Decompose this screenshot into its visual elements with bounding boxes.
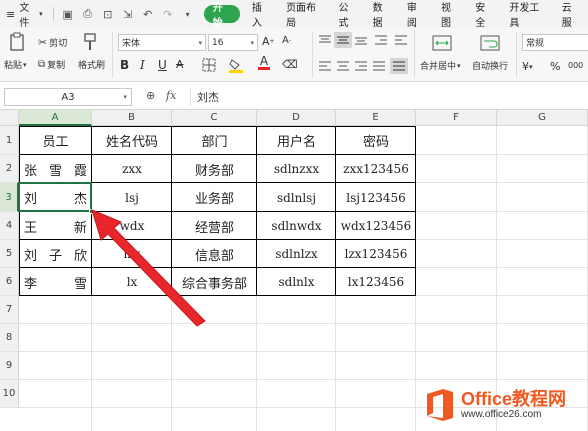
watermark-url: www.office26.com [461,408,542,420]
watermark-title: Office教程网 [461,388,567,409]
arrow-shape [91,209,206,327]
office-logo-icon [427,388,453,421]
annotation-arrow [91,209,206,327]
watermark: Office教程网 www.office26.com [425,378,588,431]
